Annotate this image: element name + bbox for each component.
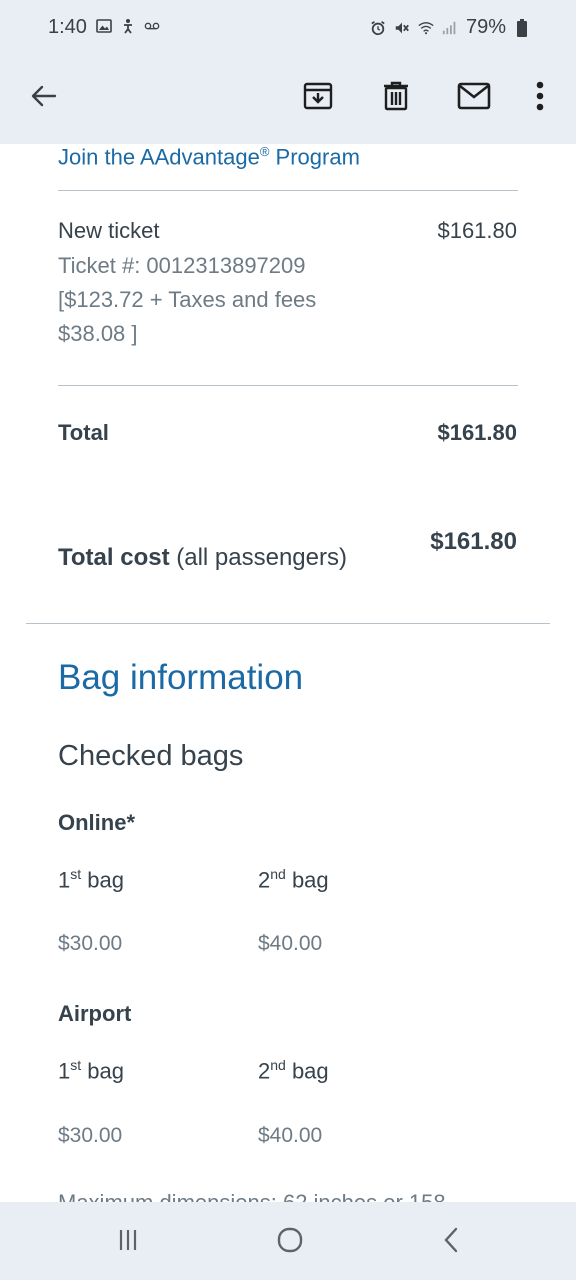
battery-icon — [514, 18, 530, 37]
bag-word: bag — [285, 1058, 329, 1084]
online-label: Online* — [58, 810, 136, 835]
link-text-suffix: Program — [269, 144, 360, 170]
online-bag-2-label: 2nd bag — [258, 866, 329, 893]
back-arrow-icon — [30, 82, 58, 115]
airport-label: Airport — [58, 1001, 132, 1026]
total-cost-amount: $161.80 — [430, 528, 517, 555]
max-dimensions-text: Maximum dimensions: 62 inches or 158 — [58, 1190, 446, 1202]
bag-word: bag — [285, 867, 329, 893]
total-cost-label: Total cost (all passengers) — [58, 544, 347, 572]
alarm-icon — [370, 20, 386, 36]
divider — [58, 190, 518, 191]
online-bag-1-price: $30.00 — [58, 932, 123, 955]
airport-bag-2-label: 2nd bag — [258, 1057, 329, 1084]
archive-icon — [303, 81, 333, 116]
delete-icon — [381, 81, 411, 116]
airport-bag-2-price: $40.00 — [258, 1124, 323, 1147]
back-button[interactable] — [24, 78, 64, 118]
more-vert-icon — [535, 81, 545, 116]
nav-back-button[interactable] — [430, 1220, 474, 1264]
home-button[interactable] — [268, 1220, 312, 1264]
aadvantage-join-link[interactable]: Join the AAdvantage® Program — [58, 144, 360, 170]
recents-icon — [115, 1227, 141, 1258]
image-icon — [96, 18, 112, 34]
recents-button[interactable] — [106, 1220, 150, 1264]
status-bar: 1:40 79% — [0, 0, 576, 56]
system-nav-bar — [0, 1202, 576, 1280]
battery-percent: 79% — [465, 16, 506, 38]
bag-information-heading: Bag information — [58, 658, 304, 697]
bag-ordinal: nd — [270, 1057, 286, 1073]
wifi-icon — [418, 20, 434, 36]
status-left-icons — [96, 18, 160, 34]
bag-num: 1 — [58, 867, 71, 893]
status-time: 1:40 — [48, 16, 87, 38]
total-label: Total — [58, 420, 109, 445]
ticket-number: Ticket #: 0012313897209 — [58, 253, 306, 278]
ticket-title: New ticket — [58, 218, 160, 243]
total-cost-label-bold: Total cost — [58, 544, 170, 571]
total-cost-label-rest: (all passengers) — [169, 544, 347, 571]
section-divider — [26, 623, 550, 624]
bag-ordinal: st — [70, 1057, 82, 1073]
mail-icon — [457, 82, 491, 115]
bag-num: 1 — [58, 1058, 71, 1084]
email-toolbar — [0, 56, 576, 144]
more-options-button[interactable] — [520, 78, 560, 118]
bag-ordinal: st — [70, 866, 82, 882]
bag-num: 2 — [258, 1058, 271, 1084]
total-amount: $161.80 — [437, 420, 517, 445]
checked-bags-heading: Checked bags — [58, 740, 244, 772]
airport-bag-1-price: $30.00 — [58, 1124, 123, 1147]
ticket-breakdown-line1: [$123.72 + Taxes and fees — [58, 287, 317, 312]
bag-num: 2 — [258, 867, 271, 893]
mute-icon — [394, 20, 410, 36]
status-right-icons: 79% — [370, 16, 530, 39]
link-text: Join the AAdvantage — [58, 144, 260, 170]
airport-bag-1-label: 1st bag — [58, 1057, 124, 1084]
divider — [58, 385, 518, 386]
email-body: Join the AAdvantage® Program New ticket … — [0, 144, 576, 1202]
ticket-breakdown-line2: $38.08 ] — [58, 321, 138, 346]
mark-unread-button[interactable] — [454, 78, 494, 118]
archive-button[interactable] — [298, 78, 338, 118]
nav-back-icon — [440, 1227, 464, 1258]
bag-word: bag — [81, 867, 124, 893]
bag-word: bag — [81, 1058, 124, 1084]
voicemail-icon — [144, 18, 160, 34]
online-bag-2-price: $40.00 — [258, 932, 323, 955]
bag-ordinal: nd — [270, 866, 286, 882]
signal-icon — [442, 20, 458, 36]
ticket-amount: $161.80 — [437, 218, 517, 243]
accessibility-icon — [120, 18, 136, 34]
registered-mark: ® — [259, 144, 270, 159]
online-bag-1-label: 1st bag — [58, 866, 124, 893]
delete-button[interactable] — [376, 78, 416, 118]
home-icon — [276, 1226, 304, 1259]
